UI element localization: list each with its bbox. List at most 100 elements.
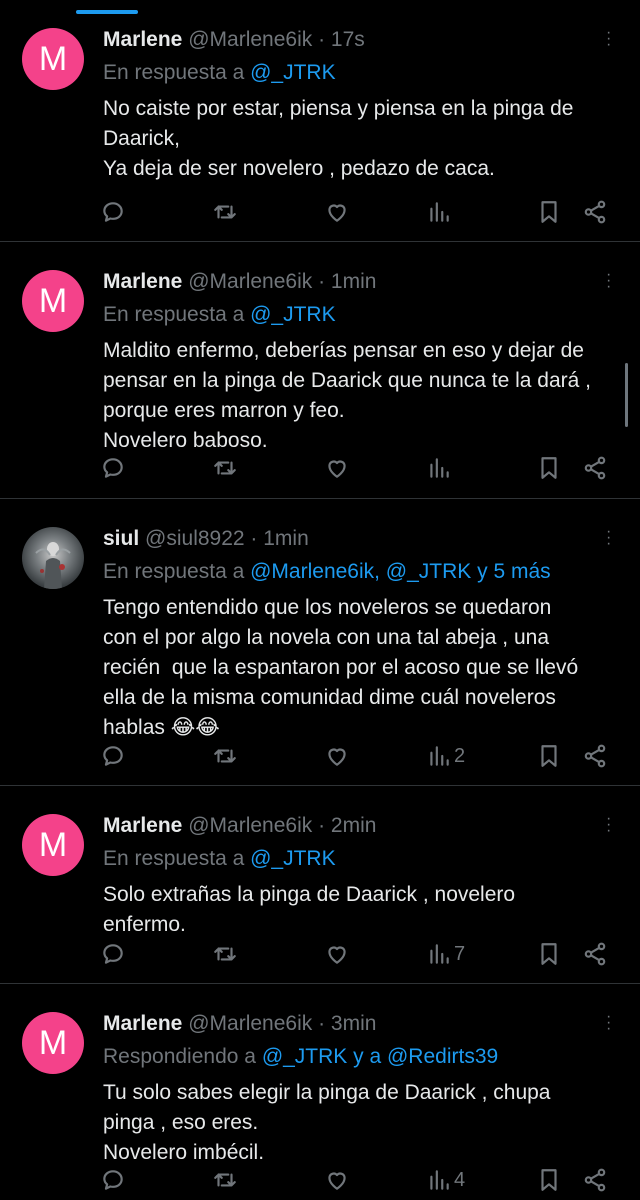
like-button[interactable] bbox=[324, 740, 350, 772]
retweet-button[interactable] bbox=[212, 938, 238, 970]
reply-icon bbox=[103, 202, 123, 222]
display-name[interactable]: siul bbox=[103, 527, 139, 550]
reply-mention[interactable]: @_JTRK bbox=[250, 303, 336, 326]
display-name[interactable]: Marlene bbox=[103, 28, 182, 51]
share-icon bbox=[584, 200, 606, 224]
like-button[interactable] bbox=[324, 452, 350, 484]
views-button[interactable]: 4 bbox=[426, 1164, 465, 1196]
user-handle[interactable]: @Marlene6ik bbox=[188, 28, 312, 51]
reply-icon bbox=[103, 944, 123, 964]
scrollbar[interactable] bbox=[625, 363, 628, 427]
views-button[interactable] bbox=[426, 452, 454, 484]
timestamp[interactable]: 3min bbox=[331, 1012, 377, 1035]
user-handle[interactable]: @Marlene6ik bbox=[188, 814, 312, 837]
like-icon bbox=[328, 460, 346, 478]
tweet-header: Marlene @Marlene6ik · 3min bbox=[103, 1012, 590, 1036]
reply-button[interactable] bbox=[100, 452, 126, 484]
bookmark-icon bbox=[541, 1169, 557, 1191]
reply-icon bbox=[103, 458, 123, 478]
reply-mention[interactable]: @_JTRK bbox=[250, 847, 336, 870]
bookmark-button[interactable] bbox=[536, 1164, 562, 1196]
reply-mention[interactable]: @_JTRK bbox=[250, 61, 336, 84]
avatar[interactable]: M bbox=[22, 1012, 84, 1074]
share-button[interactable] bbox=[582, 1164, 608, 1196]
more-icon[interactable]: · · · bbox=[606, 25, 612, 53]
views-count: 2 bbox=[454, 744, 466, 767]
tweet-text: Tu solo sabes elegir la pinga de Daarick… bbox=[103, 1081, 551, 1164]
display-name[interactable]: Marlene bbox=[103, 1012, 182, 1035]
share-button[interactable] bbox=[582, 938, 608, 970]
retweet-button[interactable] bbox=[212, 1164, 238, 1196]
more-icon[interactable]: · · · bbox=[606, 1009, 612, 1037]
views-icon bbox=[430, 746, 449, 766]
bookmark-button[interactable] bbox=[536, 196, 562, 228]
like-icon bbox=[328, 946, 346, 964]
views-button[interactable] bbox=[426, 196, 454, 228]
reply-prefix: En respuesta a bbox=[103, 560, 245, 583]
user-handle[interactable]: @Marlene6ik bbox=[188, 1012, 312, 1035]
reply-context: En respuesta a @_JTRK bbox=[103, 847, 336, 871]
tweet-actions: 7 bbox=[100, 938, 612, 970]
retweet-button[interactable] bbox=[212, 740, 238, 772]
views-count: 4 bbox=[454, 1168, 466, 1191]
reply-icon bbox=[103, 746, 123, 766]
reply-button[interactable] bbox=[100, 196, 126, 228]
avatar[interactable]: M bbox=[22, 270, 84, 332]
share-icon bbox=[584, 744, 606, 768]
like-icon bbox=[328, 204, 346, 222]
tweet[interactable]: M Marlene @Marlene6ik · 3min · · · Respond… bbox=[0, 984, 640, 1200]
reply-button[interactable] bbox=[100, 938, 126, 970]
retweet-icon bbox=[214, 205, 236, 219]
reply-context: En respuesta a @_JTRK bbox=[103, 61, 336, 85]
display-name[interactable]: Marlene bbox=[103, 814, 182, 837]
timestamp[interactable]: 2min bbox=[331, 814, 377, 837]
tweet[interactable]: siul @siul8922 · 1min · · · En respuesta a… bbox=[0, 499, 640, 786]
like-button[interactable] bbox=[324, 1164, 350, 1196]
more-icon[interactable]: · · · bbox=[606, 524, 612, 552]
retweet-button[interactable] bbox=[212, 196, 238, 228]
like-button[interactable] bbox=[324, 938, 350, 970]
like-button[interactable] bbox=[324, 196, 350, 228]
avatar-photo bbox=[35, 542, 71, 589]
views-icon bbox=[430, 1170, 449, 1190]
reply-button[interactable] bbox=[100, 1164, 126, 1196]
display-name[interactable]: Marlene bbox=[103, 270, 182, 293]
bookmark-icon bbox=[541, 943, 557, 965]
timestamp[interactable]: 17s bbox=[331, 28, 365, 51]
tweet-header: siul @siul8922 · 1min bbox=[103, 527, 590, 551]
reply-prefix: En respuesta a bbox=[103, 303, 245, 326]
share-button[interactable] bbox=[582, 452, 608, 484]
reply-button[interactable] bbox=[100, 740, 126, 772]
user-handle[interactable]: @siul8922 bbox=[145, 527, 245, 550]
more-icon[interactable]: · · · bbox=[606, 267, 612, 295]
tweet-header: Marlene @Marlene6ik · 17s bbox=[103, 28, 590, 52]
timestamp[interactable]: 1min bbox=[263, 527, 309, 550]
tweet[interactable]: M Marlene @Marlene6ik · 2min · · · En resp… bbox=[0, 786, 640, 984]
retweet-button[interactable] bbox=[212, 452, 238, 484]
user-handle[interactable]: @Marlene6ik bbox=[188, 270, 312, 293]
reply-context: Respondiendo a @_JTRK y a @Redirts39 bbox=[103, 1045, 498, 1069]
share-button[interactable] bbox=[582, 196, 608, 228]
views-button[interactable]: 2 bbox=[426, 740, 465, 772]
bookmark-button[interactable] bbox=[536, 452, 562, 484]
avatar[interactable]: M bbox=[22, 28, 84, 90]
reply-mention[interactable]: @_JTRK y a @Redirts39 bbox=[262, 1045, 498, 1068]
tweet[interactable]: M Marlene @Marlene6ik · 1min · · · En resp… bbox=[0, 242, 640, 499]
avatar[interactable]: M bbox=[22, 814, 84, 876]
tweet-text: No caiste por estar, piensa y piensa en … bbox=[103, 97, 574, 180]
tweet-actions: 4 bbox=[100, 1164, 612, 1196]
like-icon bbox=[328, 748, 346, 766]
share-button[interactable] bbox=[582, 740, 608, 772]
tweet-text: Tengo entendido que los noveleros se que… bbox=[103, 596, 579, 739]
like-icon bbox=[328, 1172, 346, 1190]
bookmark-button[interactable] bbox=[536, 740, 562, 772]
share-icon bbox=[584, 1168, 606, 1192]
reply-mention[interactable]: @Marlene6ik, @_JTRK y 5 más bbox=[250, 560, 551, 583]
views-button[interactable]: 7 bbox=[426, 938, 465, 970]
avatar[interactable] bbox=[22, 527, 84, 589]
tweet[interactable]: M Marlene @Marlene6ik · 17s · · · En respu… bbox=[0, 0, 640, 242]
timestamp[interactable]: 1min bbox=[331, 270, 377, 293]
more-icon[interactable]: · · · bbox=[606, 811, 612, 839]
bookmark-button[interactable] bbox=[536, 938, 562, 970]
views-icon bbox=[430, 458, 449, 478]
